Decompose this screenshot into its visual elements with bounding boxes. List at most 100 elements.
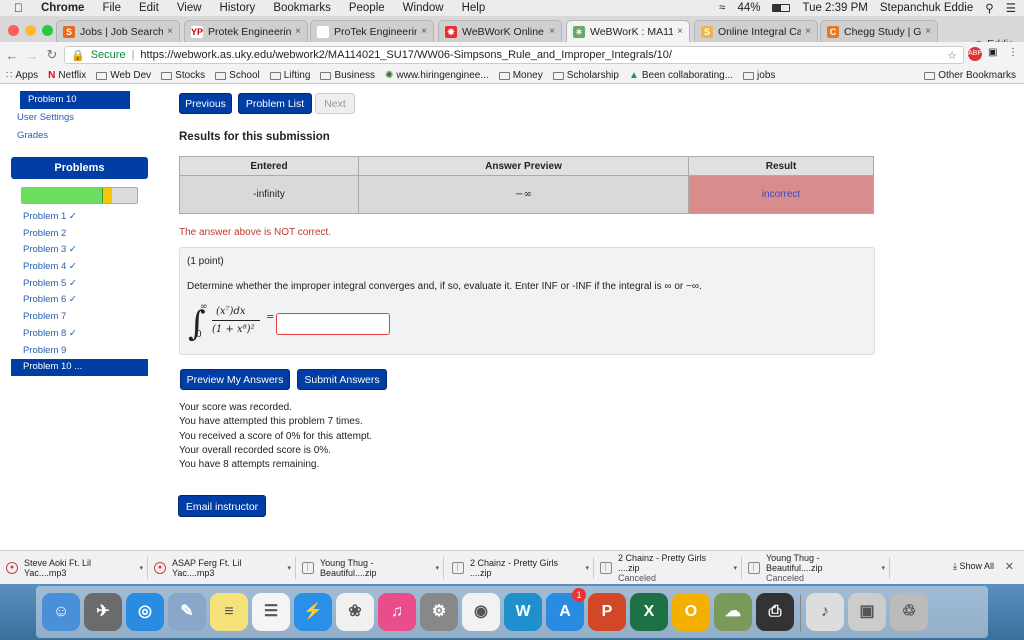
battery-percent[interactable]: 44% <box>737 2 760 14</box>
download-options-icon[interactable]: ▾ <box>435 564 439 572</box>
apple-icon[interactable]:  <box>14 1 32 15</box>
browser-tab[interactable]: YP Protek Engineering C× <box>184 20 308 42</box>
submit-answers-button[interactable]: Submit Answers <box>297 369 387 390</box>
menu-people[interactable]: People <box>340 2 394 14</box>
menu-edit[interactable]: Edit <box>130 2 168 14</box>
download-options-icon[interactable]: ▾ <box>139 564 143 572</box>
download-item[interactable]: │ Young Thug - Beautiful....zip ▾ <box>302 557 444 579</box>
messenger-icon[interactable]: ⚡ <box>294 593 332 631</box>
bookmark-netflix[interactable]: N Netflix <box>48 70 86 81</box>
sidebar-problem-link[interactable]: Problem 3 ✓ <box>11 242 151 259</box>
close-tab-icon[interactable]: × <box>421 26 427 37</box>
other-bookmarks[interactable]: Other Bookmarks <box>924 70 1016 81</box>
bookmark-school[interactable]: School <box>215 70 260 81</box>
download-options-icon[interactable]: ▾ <box>287 564 291 572</box>
menu-view[interactable]: View <box>168 2 211 14</box>
bookmark-lifting[interactable]: Lifting <box>269 70 310 81</box>
download-item[interactable]: ● ASAP Ferg Ft. Lil Yac....mp3 ▾ <box>154 557 296 579</box>
minimize-window-button[interactable] <box>25 25 36 36</box>
menubar-user[interactable]: Stepanchuk Eddie <box>880 2 973 14</box>
bookmark-jobs[interactable]: jobs <box>743 70 775 81</box>
network-app-icon[interactable]: ☁ <box>714 593 752 631</box>
wifi-icon[interactable]: ≈ <box>719 2 725 14</box>
bookmark-scholarship[interactable]: Scholarship <box>552 70 619 81</box>
bookmark-star-icon[interactable]: ☆ <box>947 49 957 62</box>
menu-bookmarks[interactable]: Bookmarks <box>264 2 340 14</box>
sidebar-problem-link[interactable]: Problem 1 ✓ <box>11 209 151 226</box>
download-item[interactable]: │ 2 Chainz - Pretty Girls ....zip ▾ <box>452 557 594 579</box>
menu-history[interactable]: History <box>211 2 265 14</box>
sidebar-problem-link[interactable]: Problem 4 ✓ <box>11 259 151 276</box>
bookmark-money[interactable]: Money <box>498 70 543 81</box>
powerpoint-icon[interactable]: P <box>588 593 626 631</box>
bookmark-business[interactable]: Business <box>320 70 375 81</box>
menu-app-name[interactable]: Chrome <box>32 2 93 14</box>
launchpad-icon[interactable]: ✈ <box>84 593 122 631</box>
show-all-downloads[interactable]: ⤓ Show All <box>953 561 994 572</box>
excel-icon[interactable]: X <box>630 593 668 631</box>
browser-tab[interactable]: C Chegg Study | Guided× <box>820 20 938 42</box>
itunes-icon[interactable]: ♫ <box>378 593 416 631</box>
download-options-icon[interactable]: ▾ <box>585 564 589 572</box>
download-item[interactable]: ● Steve Aoki Ft. Lil Yac....mp3 ▾ <box>6 557 148 579</box>
close-downloads-icon[interactable]: ✕ <box>1005 560 1014 573</box>
photos-icon[interactable]: ❀ <box>336 593 374 631</box>
menu-help[interactable]: Help <box>453 2 495 14</box>
sidebar-problem-link[interactable]: Problem 2 <box>11 226 151 243</box>
bookmark-web-dev[interactable]: Web Dev <box>96 70 151 81</box>
close-window-button[interactable] <box>8 25 19 36</box>
browser-tab[interactable]: S Jobs | Job Search for× <box>56 20 180 42</box>
reminders-icon[interactable]: ☰ <box>252 593 290 631</box>
bookmark-collaborating[interactable]: ▲ Been collaborating... <box>629 70 733 81</box>
sidebar-problem-link[interactable]: Problem 10 ... <box>11 359 148 376</box>
back-icon[interactable]: ← <box>4 48 20 63</box>
close-tab-icon[interactable]: × <box>167 26 173 37</box>
preview-answers-button[interactable]: Preview My Answers <box>180 369 290 390</box>
bookmark-hiring[interactable]: ✺ www.hiringenginee... <box>385 70 489 81</box>
browser-tab[interactable]: ProTek Engineering C × <box>310 20 434 42</box>
close-tab-icon[interactable]: × <box>295 26 301 37</box>
menu-file[interactable]: File <box>93 2 130 14</box>
bookmark-stocks[interactable]: Stocks <box>161 70 205 81</box>
next-button[interactable]: Next <box>315 93 355 114</box>
email-instructor-button[interactable]: Email instructor <box>178 495 266 517</box>
sidebar-problem-link[interactable]: Problem 9 <box>11 343 151 360</box>
sidebar-problem-link[interactable]: Problem 8 ✓ <box>11 326 151 343</box>
forward-icon[interactable]: → <box>24 48 40 63</box>
browser-tab[interactable]: ✶ WeBWorK : MA11402 × <box>566 20 690 42</box>
menubar-clock[interactable]: Tue 2:39 PM <box>802 2 867 14</box>
chrome-menu-icon[interactable]: ⋮ <box>1008 47 1018 58</box>
zoom-window-button[interactable] <box>42 25 53 36</box>
close-tab-icon[interactable]: × <box>805 26 811 37</box>
system-preferences-icon[interactable]: ⚙ <box>420 593 458 631</box>
printer-icon[interactable]: ⎙ <box>756 593 794 631</box>
browser-tab[interactable]: S Online Integral Calcul × <box>694 20 818 42</box>
sidebar-problem-link[interactable]: Problem 5 ✓ <box>11 276 151 293</box>
webstorm-icon[interactable]: W <box>504 593 542 631</box>
sidebar-grades[interactable]: Grades <box>17 130 48 141</box>
trash-icon[interactable]: ♲ <box>890 593 928 631</box>
finder-icon[interactable]: ☺ <box>42 593 80 631</box>
notification-center-icon[interactable]: ☰ <box>1006 1 1016 15</box>
sun-app-icon[interactable]: O <box>672 593 710 631</box>
sidebar-current-problem[interactable]: Problem 10 <box>20 91 130 109</box>
chrome-icon[interactable]: ◉ <box>462 593 500 631</box>
battery-icon[interactable] <box>772 4 791 12</box>
close-tab-icon[interactable]: × <box>549 26 555 37</box>
menu-window[interactable]: Window <box>394 2 453 14</box>
extension-icon[interactable]: ▣ <box>988 47 997 58</box>
problem-list-button[interactable]: Problem List <box>238 93 312 114</box>
spotlight-icon[interactable]: ⚲ <box>985 1 993 15</box>
url-field[interactable]: 🔒 Secure | https://webwork.as.uky.edu/we… <box>64 46 964 64</box>
download-options-icon[interactable]: ▾ <box>881 564 885 572</box>
download-options-icon[interactable]: ▾ <box>733 564 737 572</box>
sidebar-problem-link[interactable]: Problem 6 ✓ <box>11 292 151 309</box>
photo-folder-icon[interactable]: ▣ <box>848 593 886 631</box>
safari-icon[interactable]: ◎ <box>126 593 164 631</box>
previous-button[interactable]: Previous <box>179 93 232 114</box>
reload-icon[interactable]: ↻ <box>44 47 60 63</box>
notes-icon[interactable]: ≡ <box>210 593 248 631</box>
lock-icon[interactable]: 🔒 <box>71 49 85 62</box>
sidebar-user-settings[interactable]: User Settings <box>17 112 74 123</box>
sidebar-problem-link[interactable]: Problem 7 <box>11 309 151 326</box>
